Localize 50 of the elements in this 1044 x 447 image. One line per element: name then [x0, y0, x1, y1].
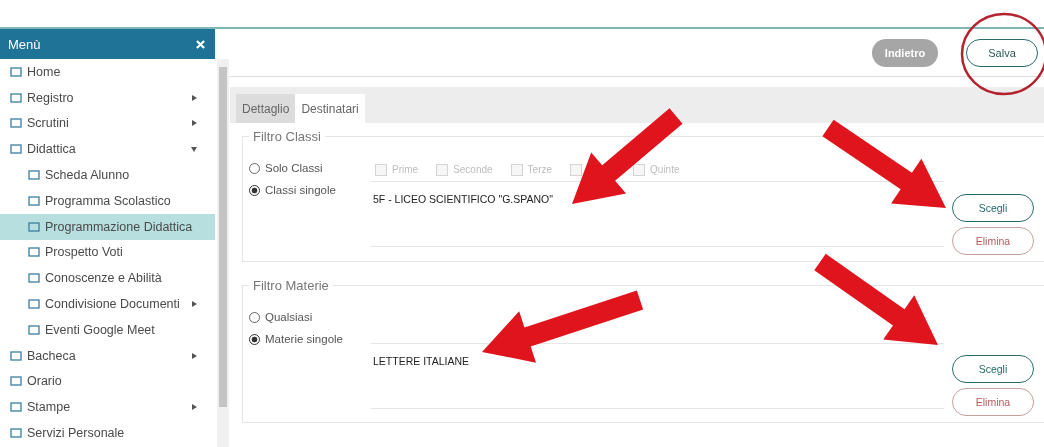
radio-label[interactable]: Materie singole — [265, 333, 343, 345]
radio-button[interactable] — [249, 184, 260, 196]
radio-label[interactable]: Qualsiasi — [265, 311, 313, 323]
menu-item[interactable]: Home — [0, 59, 215, 85]
menu-icon — [28, 246, 40, 259]
tab[interactable]: Destinatari — [295, 94, 365, 123]
menu-icon — [10, 91, 22, 104]
menu-icon — [28, 220, 40, 233]
menu-item[interactable]: Programmazione Didattica — [0, 213, 215, 240]
menu-icon — [28, 272, 40, 285]
menu-item[interactable]: Eventi Google Meet — [0, 316, 215, 343]
menu-item[interactable]: Didattica — [0, 136, 215, 163]
menu-title: Menù — [8, 36, 41, 52]
menu-item[interactable]: Scheda Alunno — [0, 162, 215, 188]
menu-item[interactable]: Bacheca — [0, 342, 215, 369]
tab[interactable]: Dettaglio — [236, 94, 296, 123]
save-button[interactable]: Salva — [966, 38, 1038, 67]
selected-value: LETTERE ITALIANE — [373, 355, 470, 367]
menu-icon — [28, 194, 40, 207]
menu-icon — [28, 298, 40, 311]
panel-title: Filtro Materie — [252, 278, 330, 293]
choose-button[interactable]: Scegli — [952, 194, 1034, 222]
menu-item[interactable]: Stampe — [0, 394, 215, 421]
radio-button[interactable] — [249, 333, 260, 345]
menu-icon — [10, 143, 22, 156]
choose-button[interactable]: Scegli — [952, 355, 1034, 383]
menu-item[interactable]: Orario — [0, 368, 215, 395]
menu-icon — [10, 375, 22, 388]
menu-item[interactable]: Scrutini — [0, 110, 215, 137]
radio-label[interactable]: Classi singole — [265, 184, 336, 196]
menu-item[interactable]: Registro — [0, 84, 215, 111]
menu-icon — [10, 117, 22, 130]
menu-item[interactable]: Conoscenze e Abilità — [0, 265, 215, 292]
radio-label[interactable]: Solo Classi — [265, 162, 323, 174]
menu-icon — [28, 169, 40, 182]
close-icon[interactable] — [196, 39, 205, 49]
menu-icon — [10, 349, 22, 362]
panel-title: Filtro Classi — [252, 129, 322, 144]
menu-item[interactable]: Servizi Personale — [0, 420, 215, 446]
selected-value: 5F - LICEO SCIENTIFICO "G.SPANO" — [373, 193, 553, 205]
remove-button[interactable]: Elimina — [952, 227, 1034, 255]
menu-item[interactable]: Condivisione Documenti — [0, 291, 215, 317]
menu-icon — [28, 323, 40, 336]
remove-button[interactable]: Elimina — [952, 388, 1034, 416]
menu-icon — [10, 65, 22, 78]
scrollbar[interactable] — [217, 59, 229, 447]
menu-icon — [10, 401, 22, 414]
menu-item[interactable]: Programma Scolastico — [0, 188, 215, 214]
menu-icon — [10, 427, 22, 440]
menu-item[interactable]: Prospetto Voti — [0, 239, 215, 266]
